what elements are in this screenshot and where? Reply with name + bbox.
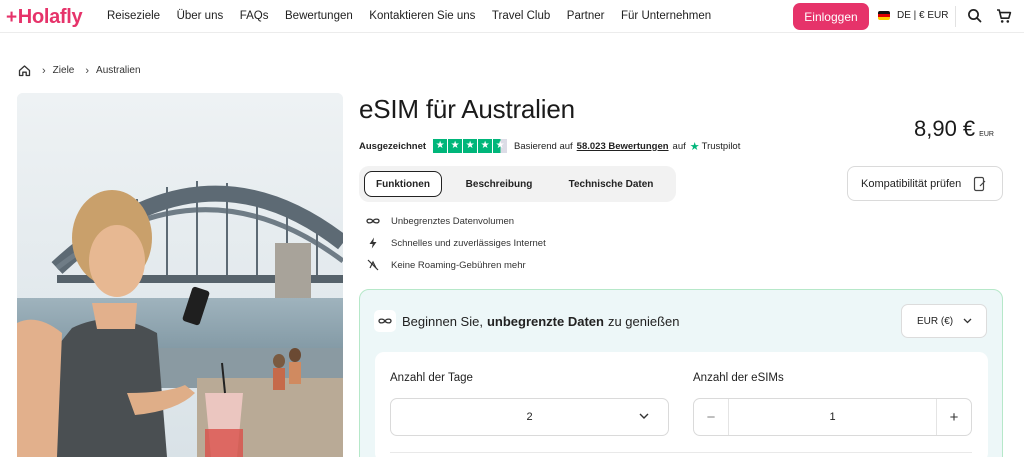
header-divider <box>955 6 956 27</box>
star-icon: ★ <box>448 139 463 153</box>
days-select-value: 2 <box>526 411 533 423</box>
plan-heading: Beginnen Sie, unbegrenzte Daten zu genie… <box>374 310 680 332</box>
infinity-icon <box>366 215 380 227</box>
cart-icon[interactable] <box>995 7 1013 25</box>
days-select[interactable]: 2 <box>390 398 669 436</box>
chevron-right-icon: › <box>42 64 46 77</box>
days-label: Anzahl der Tage <box>390 372 473 384</box>
esims-label: Anzahl der eSIMs <box>693 372 784 384</box>
hero-image <box>17 93 343 457</box>
esims-quantity-value[interactable]: 1 <box>730 399 935 435</box>
feature-label: Unbegrenztes Datenvolumen <box>391 215 515 227</box>
search-icon[interactable] <box>966 7 984 25</box>
breadcrumb: › Ziele › Australien <box>18 64 141 77</box>
review-prefix: Basierend auf <box>514 140 573 152</box>
main-nav: Reiseziele Über uns FAQs Bewertungen Kon… <box>107 10 728 22</box>
compatibility-check-button[interactable]: Kompatibilität prüfen <box>847 166 1003 201</box>
nav-item-kontakt[interactable]: Kontaktieren Sie uns <box>369 10 475 22</box>
login-button[interactable]: Einloggen <box>793 3 869 30</box>
product-title: eSIM für Australien <box>359 94 575 124</box>
home-icon[interactable] <box>18 64 31 77</box>
esims-quantity-stepper: − 1 + <box>693 398 972 436</box>
currency-select-value: EUR (€) <box>917 315 954 327</box>
review-count-link[interactable]: 58.023 Bewertungen <box>577 141 669 152</box>
trustpilot-label: Trustpilot <box>701 140 741 152</box>
plan-heading-end: zu genießen <box>607 313 680 329</box>
phone-check-icon <box>973 176 986 192</box>
compatibility-label: Kompatibilität prüfen <box>861 177 962 190</box>
review-suffix: auf <box>672 140 686 152</box>
breadcrumb-item-ziele[interactable]: Ziele <box>53 65 75 76</box>
tab-beschreibung[interactable]: Beschreibung <box>455 171 543 197</box>
language-label: DE | € EUR <box>897 10 949 21</box>
trustpilot-star-icon: ★ <box>689 140 700 153</box>
trustpilot-rating: Ausgezeichnet ★ ★ ★ ★ ★ Basierend auf 58… <box>359 139 740 153</box>
top-header: + Holafly Reiseziele Über uns FAQs Bewert… <box>0 0 1024 33</box>
feature-item: Unbegrenztes Datenvolumen <box>366 215 514 227</box>
feature-label: Schnelles und zuverlässiges Internet <box>391 237 546 249</box>
tab-funktionen[interactable]: Funktionen <box>364 171 442 197</box>
chevron-down-icon <box>639 413 649 419</box>
star-icon: ★ <box>463 139 478 153</box>
feature-label: Keine Roaming-Gebühren mehr <box>391 259 526 271</box>
rating-stars: ★ ★ ★ ★ ★ <box>433 139 508 153</box>
nav-item-reiseziele[interactable]: Reiseziele <box>107 10 160 22</box>
lightning-icon <box>366 237 380 249</box>
decrement-button[interactable]: − <box>694 399 729 435</box>
half-star-icon: ★ <box>493 139 508 153</box>
nav-item-travel-club[interactable]: Travel Club <box>492 10 550 22</box>
chevron-right-icon: › <box>85 64 90 77</box>
nav-item-partner[interactable]: Partner <box>567 10 605 22</box>
feature-item: Schnelles und zuverlässiges Internet <box>366 237 546 249</box>
product-price: 8,90 € EUR <box>914 116 994 142</box>
plan-heading-bold: unbegrenzte Daten <box>486 313 604 329</box>
card-divider <box>390 452 972 453</box>
chevron-down-icon <box>963 318 972 324</box>
german-flag-icon <box>878 11 890 20</box>
tab-technische-daten[interactable]: Technische Daten <box>556 171 666 197</box>
breadcrumb-item-current: Australien <box>96 65 141 76</box>
price-currency: EUR <box>979 131 994 138</box>
infinity-icon <box>374 310 396 332</box>
no-roaming-icon <box>366 259 380 271</box>
currency-select[interactable]: EUR (€) <box>901 304 987 338</box>
feature-item: Keine Roaming-Gebühren mehr <box>366 259 526 271</box>
holafly-logo[interactable]: + Holafly <box>6 6 83 29</box>
language-currency-selector[interactable]: DE | € EUR <box>878 10 949 21</box>
price-amount: 8,90 € <box>914 116 976 141</box>
star-icon: ★ <box>478 139 493 153</box>
star-icon: ★ <box>433 139 448 153</box>
product-tabs: Funktionen Beschreibung Technische Daten <box>359 166 676 202</box>
nav-item-bewertungen[interactable]: Bewertungen <box>285 10 353 22</box>
nav-item-faqs[interactable]: FAQs <box>240 10 269 22</box>
increment-button[interactable]: + <box>936 399 971 435</box>
rating-word: Ausgezeichnet <box>359 140 427 152</box>
nav-item-unternehmen[interactable]: Für Unternehmen <box>621 10 711 22</box>
plan-heading-start: Beginnen Sie, <box>402 313 483 329</box>
nav-item-ueber-uns[interactable]: Über uns <box>177 10 224 22</box>
